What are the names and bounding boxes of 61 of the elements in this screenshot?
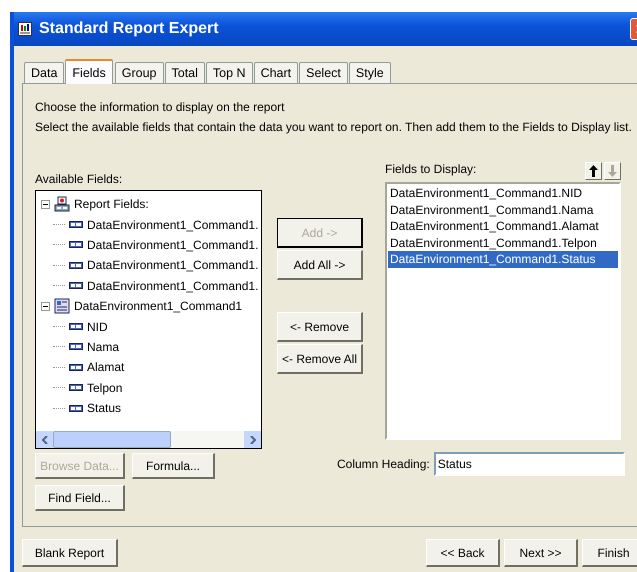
wizard-button[interactable]: Next >>	[504, 539, 578, 567]
tree-view[interactable]: Report Fields: DataEnvironment1_Command1. DataEnvironment1_Command1. DataEnvironment1_Command1. DataEnvironment1_Command1. DataEnvironment1_Command1 NID Nama Alamat Telpon Status	[35, 190, 262, 449]
move-button[interactable]: <- Remove	[277, 312, 363, 342]
up-arrow-icon	[589, 165, 598, 177]
scroll-thumb[interactable]	[53, 431, 171, 448]
field-icon	[69, 221, 83, 228]
tab[interactable]: Total	[164, 62, 205, 83]
field-icon	[69, 241, 83, 248]
field-icon	[69, 343, 83, 350]
fields-list[interactable]: DataEnvironment1_Command1.NID DataEnvironment1_Command1.Nama DataEnvironment1_Command1.Alamat DataEnvironment1_Command1.Telpon DataEnvironment1_Command1.Status	[385, 182, 621, 440]
list-item[interactable]: DataEnvironment1_Command1.Nama	[388, 202, 618, 218]
tab[interactable]: Top N	[206, 62, 253, 83]
tree-item[interactable]: DataEnvironment1_Command1.	[87, 238, 258, 252]
report-icon	[18, 22, 32, 36]
dialog-button[interactable]: Find Field...	[35, 485, 125, 511]
tab[interactable]: Fields	[65, 59, 113, 84]
field-icon	[69, 262, 83, 269]
wizard-button[interactable]: Finish	[582, 539, 637, 567]
table-icon	[54, 298, 70, 314]
tab[interactable]: Group	[114, 62, 164, 83]
list-item[interactable]: DataEnvironment1_Command1.NID	[388, 185, 618, 202]
window-title: Standard Report Expert	[39, 20, 219, 38]
collapse-icon[interactable]	[41, 200, 50, 209]
list-item[interactable]: DataEnvironment1_Command1.Alamat	[388, 218, 618, 234]
column-heading-field[interactable]: Status	[434, 452, 625, 476]
wizard-button[interactable]: Blank Report	[22, 539, 118, 567]
down-arrow-icon	[608, 165, 617, 177]
fields-to-display-label: Fields to Display:	[385, 162, 476, 176]
move-up-button[interactable]	[585, 162, 602, 180]
tree-item[interactable]: DataEnvironment1_Command1.	[87, 258, 258, 272]
tab[interactable]: Select	[299, 62, 348, 83]
tree-item[interactable]: Alamat	[87, 360, 124, 374]
tree-item[interactable]: NID	[87, 320, 108, 334]
available-fields-label: Available Fields:	[35, 172, 124, 186]
field-icon	[69, 404, 83, 412]
report-fields-icon	[54, 196, 70, 212]
field-icon	[69, 384, 83, 392]
tree-item[interactable]: Status	[87, 401, 122, 416]
tree-item[interactable]: DataEnvironment1_Command1	[74, 299, 242, 314]
horizontal-scrollbar[interactable]	[36, 431, 261, 448]
list-item[interactable]: DataEnvironment1_Command1.Telpon	[388, 234, 618, 251]
tree-item[interactable]: Nama	[87, 340, 120, 354]
move-button[interactable]: Add All ->	[277, 250, 363, 280]
collapse-icon[interactable]	[41, 302, 50, 311]
tree-item[interactable]: Telpon	[87, 380, 122, 395]
column-heading-label: Column Heading:	[337, 457, 430, 471]
move-button[interactable]: <- Remove All	[277, 344, 363, 374]
field-icon	[69, 323, 83, 330]
tree-item[interactable]: DataEnvironment1_Command1.	[87, 218, 258, 232]
instruction-text: Choose the information to display on the report	[35, 100, 286, 114]
tree-item[interactable]: Report Fields:	[74, 197, 149, 212]
tab[interactable]: Chart	[254, 62, 298, 83]
tree-item[interactable]: DataEnvironment1_Command1.	[87, 278, 258, 293]
field-icon	[69, 364, 83, 371]
tab[interactable]: Style	[348, 62, 391, 83]
instruction-text: Select the available fields that contain the data you want to report on. Then add them to the Fields to Display list.	[35, 120, 633, 134]
list-item[interactable]: DataEnvironment1_Command1.Status	[388, 251, 618, 268]
tab[interactable]: Data	[24, 62, 64, 83]
wizard-button[interactable]: << Back	[426, 539, 500, 567]
field-icon	[69, 282, 83, 290]
dialog-button[interactable]: Formula...	[132, 453, 215, 479]
